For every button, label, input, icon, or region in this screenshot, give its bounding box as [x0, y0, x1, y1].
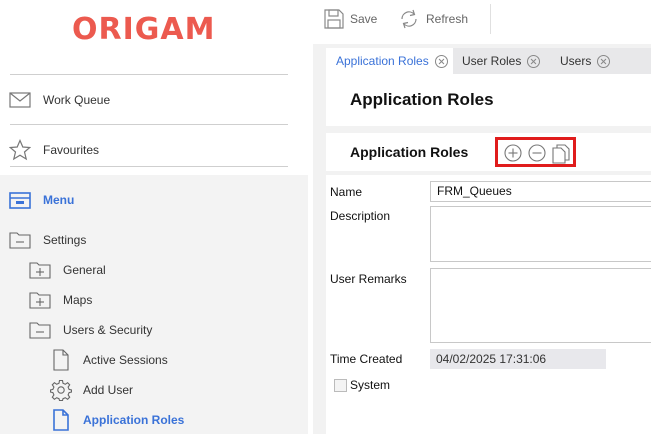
close-icon[interactable] — [527, 54, 541, 68]
toolbar: Save Refresh — [308, 0, 651, 40]
system-label: System — [350, 378, 391, 392]
refresh-icon — [398, 9, 426, 29]
tree-item-label: Maps — [63, 293, 93, 307]
sidebar-divider — [10, 74, 288, 75]
tab-application-roles[interactable]: Application Roles — [326, 48, 453, 74]
description-field[interactable] — [430, 206, 651, 262]
tree-item-active-sessions[interactable]: Active Sessions — [0, 345, 308, 375]
sidebar-divider — [10, 124, 288, 125]
page-title: Application Roles — [350, 90, 494, 109]
remove-icon[interactable] — [528, 144, 546, 162]
name-field[interactable]: FRM_Queues — [430, 181, 651, 202]
time-created-field: 04/02/2025 17:31:06 — [430, 349, 606, 369]
save-button[interactable]: Save — [324, 8, 377, 30]
tab-label: User Roles — [462, 54, 522, 68]
add-icon[interactable] — [504, 144, 522, 162]
tree-item-label: Application Roles — [83, 413, 185, 427]
gear-icon — [50, 379, 72, 401]
origam-logo: ORIGAM — [72, 12, 216, 47]
section-header: Application Roles — [326, 133, 651, 171]
tree-item-general[interactable]: General — [0, 255, 308, 285]
tree-item-label: General — [63, 263, 106, 277]
refresh-label: Refresh — [426, 12, 469, 26]
main-panel: Application Roles User Roles Users Appli… — [313, 44, 651, 434]
tree-item-users-security[interactable]: Users & Security — [0, 315, 308, 345]
folder-expand-icon — [29, 259, 51, 281]
document-icon — [50, 349, 72, 371]
sidebar-item-work-queue[interactable]: Work Queue — [0, 85, 308, 115]
folder-collapse-icon — [9, 229, 31, 251]
sidebar-item-label: Menu — [43, 193, 75, 207]
tree-item-add-user[interactable]: Add User — [0, 375, 308, 405]
user-remarks-label: User Remarks — [330, 272, 407, 286]
document-icon — [50, 409, 72, 431]
sidebar-divider — [10, 166, 288, 167]
system-checkbox[interactable] — [334, 379, 347, 392]
user-remarks-field[interactable] — [430, 268, 651, 343]
tab-label: Users — [560, 54, 592, 68]
toolbar-divider — [490, 4, 491, 34]
tree-item-label: Active Sessions — [83, 353, 168, 367]
description-label: Description — [330, 209, 391, 223]
tab-user-roles[interactable]: User Roles — [462, 48, 541, 74]
close-icon[interactable] — [434, 54, 448, 68]
sidebar-item-menu[interactable]: Menu — [0, 185, 308, 215]
sidebar-item-favourites[interactable]: Favourites — [0, 135, 308, 165]
sidebar-item-label: Work Queue — [43, 93, 111, 107]
time-created-label: Time Created — [330, 352, 403, 366]
tree-item-label: Add User — [83, 383, 134, 397]
screen-header: Application Roles — [326, 74, 651, 126]
sidebar: ORIGAM Work Queue Favourites Menu Settin… — [0, 0, 308, 434]
menu-drawer-icon — [9, 189, 31, 211]
copy-icon[interactable] — [552, 144, 570, 164]
save-icon — [324, 9, 350, 29]
star-icon — [9, 139, 31, 161]
tab-users[interactable]: Users — [560, 48, 611, 74]
tab-strip: Application Roles User Roles Users — [326, 48, 651, 74]
folder-collapse-icon — [29, 319, 51, 341]
refresh-button[interactable]: Refresh — [398, 8, 468, 30]
mail-icon — [9, 89, 31, 111]
tree-item-settings[interactable]: Settings — [0, 225, 308, 255]
close-icon[interactable] — [597, 54, 611, 68]
tree-item-label: Users & Security — [63, 323, 153, 337]
section-title: Application Roles — [350, 144, 469, 160]
tree-item-maps[interactable]: Maps — [0, 285, 308, 315]
tab-label: Application Roles — [336, 54, 429, 68]
sidebar-item-label: Favourites — [43, 143, 100, 157]
name-label: Name — [330, 185, 363, 199]
tree-item-label: Settings — [43, 233, 87, 247]
record-actions-highlight — [495, 137, 576, 167]
record-form: Name FRM_Queues Description User Remarks… — [326, 175, 651, 434]
save-label: Save — [350, 12, 378, 26]
tree-item-application-roles[interactable]: Application Roles — [0, 405, 308, 435]
folder-expand-icon — [29, 289, 51, 311]
